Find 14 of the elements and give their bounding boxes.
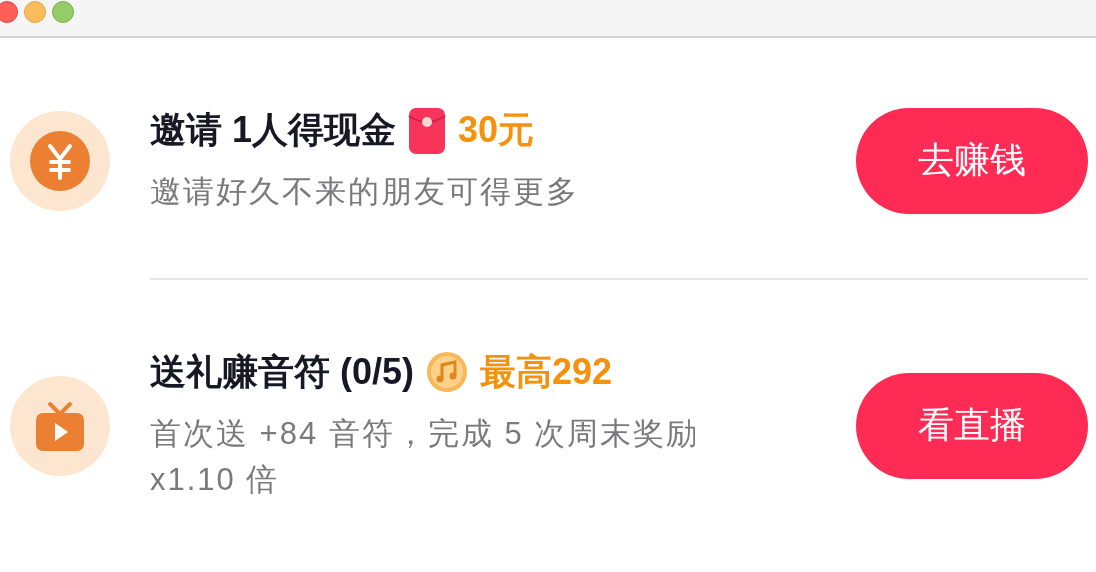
task-title: 送礼赚音符 (0/5) [150,349,415,394]
reward-amount: 最高292 [480,349,613,394]
task-title: 邀请 1人得现金 [150,108,397,152]
reward-amount: 30元 [458,108,535,152]
music-note-coin-icon [426,351,469,393]
task-description: 首次送 +84 音符，完成 5 次周末奖励 x1.10 倍 [150,414,701,499]
zoom-window-button[interactable] [52,1,74,23]
yen-coin-icon [28,128,92,193]
task-description: 邀请好久不来的朋友可得更多 [150,173,580,211]
envelope-icon [408,106,447,155]
task-action-button[interactable]: 看直播 [856,372,1088,479]
close-window-button[interactable] [0,1,18,23]
minimize-window-button[interactable] [24,1,46,23]
task-action-button[interactable]: 去赚钱 [856,107,1088,214]
